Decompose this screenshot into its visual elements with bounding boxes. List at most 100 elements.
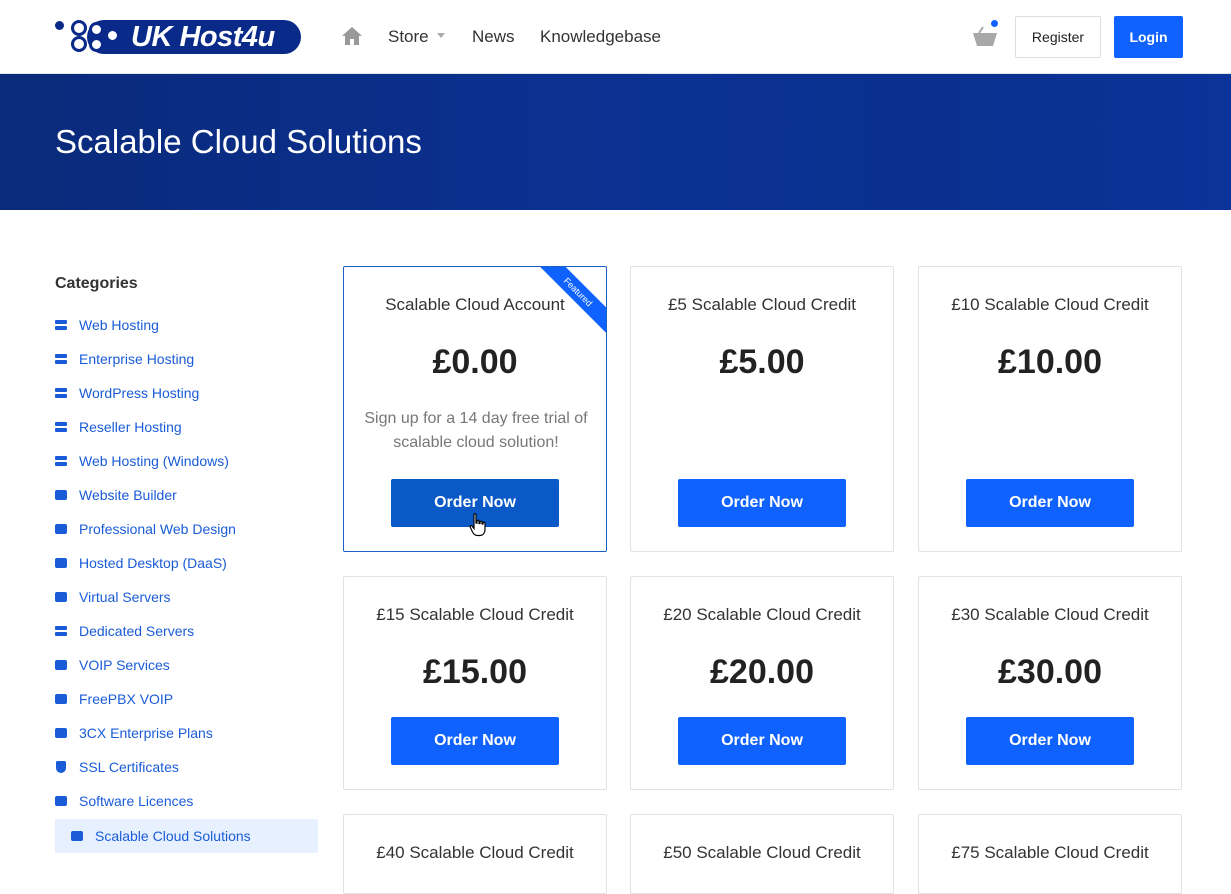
product-card: Featured Scalable Cloud Account £0.00 Si… <box>343 266 607 552</box>
product-description: Sign up for a 14 day free trial of scala… <box>364 410 588 451</box>
product-name: £50 Scalable Cloud Credit <box>663 843 861 862</box>
product-card: £30 Scalable Cloud Credit £30.00 Order N… <box>918 576 1182 790</box>
category-enterprise-hosting[interactable]: Enterprise Hosting <box>55 342 318 376</box>
category-scalable-cloud-solutions[interactable]: Scalable Cloud Solutions <box>55 819 318 853</box>
box-icon <box>55 558 67 568</box>
logo-dot <box>89 22 104 37</box>
server-icon <box>55 626 67 636</box>
product-name: £75 Scalable Cloud Credit <box>951 843 1149 862</box>
category-virtual-servers[interactable]: Virtual Servers <box>55 580 318 614</box>
product-card: £20 Scalable Cloud Credit £20.00 Order N… <box>630 576 894 790</box>
category-freepbx-voip[interactable]: FreePBX VOIP <box>55 682 318 716</box>
category-hosted-desktop[interactable]: Hosted Desktop (DaaS) <box>55 546 318 580</box>
order-now-button[interactable]: Order Now <box>966 479 1134 527</box>
basket-icon[interactable] <box>972 26 998 48</box>
order-now-button[interactable]: Order Now <box>391 717 559 765</box>
product-card: £10 Scalable Cloud Credit £10.00 Order N… <box>918 266 1182 552</box>
category-label: VOIP Services <box>79 657 170 673</box>
category-label: FreePBX VOIP <box>79 691 174 707</box>
product-name: Scalable Cloud Account <box>385 295 565 314</box>
category-label: Hosted Desktop (DaaS) <box>79 555 227 571</box>
category-label: Software Licences <box>79 793 194 809</box>
logo-dot <box>89 37 104 52</box>
category-label: WordPress Hosting <box>79 385 200 401</box>
server-icon <box>55 456 67 466</box>
box-icon <box>55 728 67 738</box>
category-web-hosting[interactable]: Web Hosting <box>55 308 318 342</box>
product-card: £50 Scalable Cloud Credit <box>630 814 894 894</box>
nav-knowledgebase[interactable]: Knowledgebase <box>540 27 661 47</box>
server-icon <box>55 354 67 364</box>
product-card: £75 Scalable Cloud Credit <box>918 814 1182 894</box>
product-name: £20 Scalable Cloud Credit <box>663 605 861 624</box>
category-reseller-hosting[interactable]: Reseller Hosting <box>55 410 318 444</box>
chevron-down-icon <box>436 33 445 39</box>
category-website-builder[interactable]: Website Builder <box>55 478 318 512</box>
product-price: £10.00 <box>998 343 1102 381</box>
product-card: £15 Scalable Cloud Credit £15.00 Order N… <box>343 576 607 790</box>
order-now-button[interactable]: Order Now <box>966 717 1134 765</box>
category-label: Dedicated Servers <box>79 623 195 639</box>
nav-news[interactable]: News <box>472 27 515 47</box>
logo-dot <box>71 36 87 52</box>
logo-dot <box>55 21 64 30</box>
category-label: SSL Certificates <box>79 759 179 775</box>
hand-cursor-icon <box>469 513 486 537</box>
category-3cx-enterprise-plans[interactable]: 3CX Enterprise Plans <box>55 716 318 750</box>
category-wordpress-hosting[interactable]: WordPress Hosting <box>55 376 318 410</box>
order-now-button[interactable]: Order Now <box>678 717 846 765</box>
site-header: UK Host4u Store News Knowledgebase Regis… <box>0 0 1231 74</box>
product-name: £10 Scalable Cloud Credit <box>951 295 1149 314</box>
product-price: £20.00 <box>710 653 814 691</box>
logo-dot <box>71 20 87 36</box>
order-now-button[interactable]: Order Now <box>678 479 846 527</box>
categories-list: Web Hosting Enterprise Hosting WordPress… <box>55 308 318 853</box>
nav-store-label: Store <box>388 27 429 46</box>
box-icon <box>55 592 67 602</box>
category-dedicated-servers[interactable]: Dedicated Servers <box>55 614 318 648</box>
box-icon <box>55 660 67 670</box>
product-card: £40 Scalable Cloud Credit <box>343 814 607 894</box>
category-voip-services[interactable]: VOIP Services <box>55 648 318 682</box>
register-button[interactable]: Register <box>1015 16 1101 58</box>
box-icon <box>55 524 67 534</box>
box-icon <box>55 490 67 500</box>
shield-icon <box>56 761 66 773</box>
product-name: £40 Scalable Cloud Credit <box>376 843 574 862</box>
nav-store[interactable]: Store <box>388 27 445 47</box>
home-icon[interactable] <box>341 26 363 46</box>
product-price: £5.00 <box>719 343 805 381</box>
category-label: Reseller Hosting <box>79 419 182 435</box>
server-icon <box>55 422 67 432</box>
category-professional-web-design[interactable]: Professional Web Design <box>55 512 318 546</box>
logo-text: UK Host4u <box>131 21 275 53</box>
category-ssl-certificates[interactable]: SSL Certificates <box>55 750 318 784</box>
logo-dot <box>105 28 120 43</box>
page-title: Scalable Cloud Solutions <box>55 123 422 160</box>
category-web-hosting-windows[interactable]: Web Hosting (Windows) <box>55 444 318 478</box>
server-icon <box>55 388 67 398</box>
login-button[interactable]: Login <box>1114 16 1183 58</box>
server-icon <box>55 320 67 330</box>
category-label: Website Builder <box>79 487 177 503</box>
box-icon <box>55 694 67 704</box>
cart-indicator <box>991 20 998 27</box>
product-price: £15.00 <box>423 653 527 691</box>
product-name: £30 Scalable Cloud Credit <box>951 605 1149 624</box>
box-icon <box>55 796 67 806</box>
category-label: Virtual Servers <box>79 589 171 605</box>
categories-heading: Categories <box>55 275 138 292</box>
category-software-licences[interactable]: Software Licences <box>55 784 318 818</box>
category-label: Professional Web Design <box>79 521 236 537</box>
site-logo[interactable]: UK Host4u <box>55 18 301 56</box>
product-card: £5 Scalable Cloud Credit £5.00 Order Now <box>630 266 894 552</box>
product-name: £5 Scalable Cloud Credit <box>667 295 857 314</box>
category-label: 3CX Enterprise Plans <box>79 725 213 741</box>
category-label: Web Hosting (Windows) <box>79 453 229 469</box>
category-label: Web Hosting <box>79 317 159 333</box>
category-label: Scalable Cloud Solutions <box>95 828 251 844</box>
category-label: Enterprise Hosting <box>79 351 195 367</box>
page-banner: Scalable Cloud Solutions <box>0 74 1231 210</box>
product-name: £15 Scalable Cloud Credit <box>376 605 574 624</box>
product-price: £30.00 <box>998 653 1102 691</box>
